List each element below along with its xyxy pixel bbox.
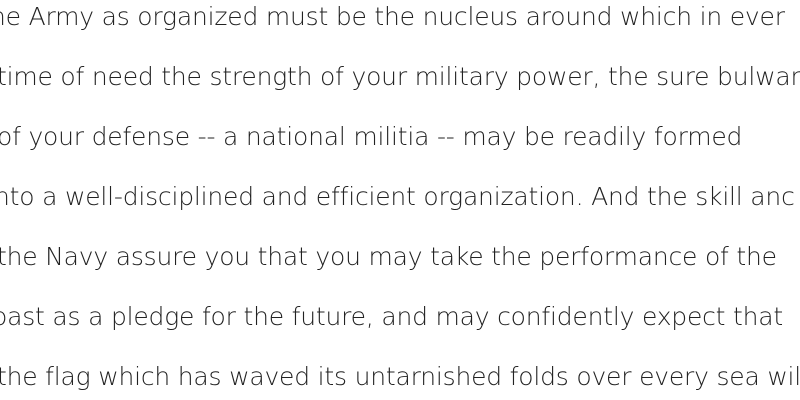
text-line-2: time of need the strength of your milita… bbox=[0, 62, 800, 91]
text-line-3: of your defense -- a national militia --… bbox=[0, 122, 743, 151]
text-line-4: nto a well-disciplined and efficient org… bbox=[0, 182, 795, 211]
text-line-1: he Army as organized must be the nucleus… bbox=[0, 2, 785, 31]
text-line-5: the Navy assure you that you may take th… bbox=[0, 242, 777, 271]
text-line-6: oast as a pledge for the future, and may… bbox=[0, 302, 783, 331]
text-line-7: the flag which has waved its untarnished… bbox=[0, 362, 800, 391]
document-page: he Army as organized must be the nucleus… bbox=[0, 0, 800, 400]
